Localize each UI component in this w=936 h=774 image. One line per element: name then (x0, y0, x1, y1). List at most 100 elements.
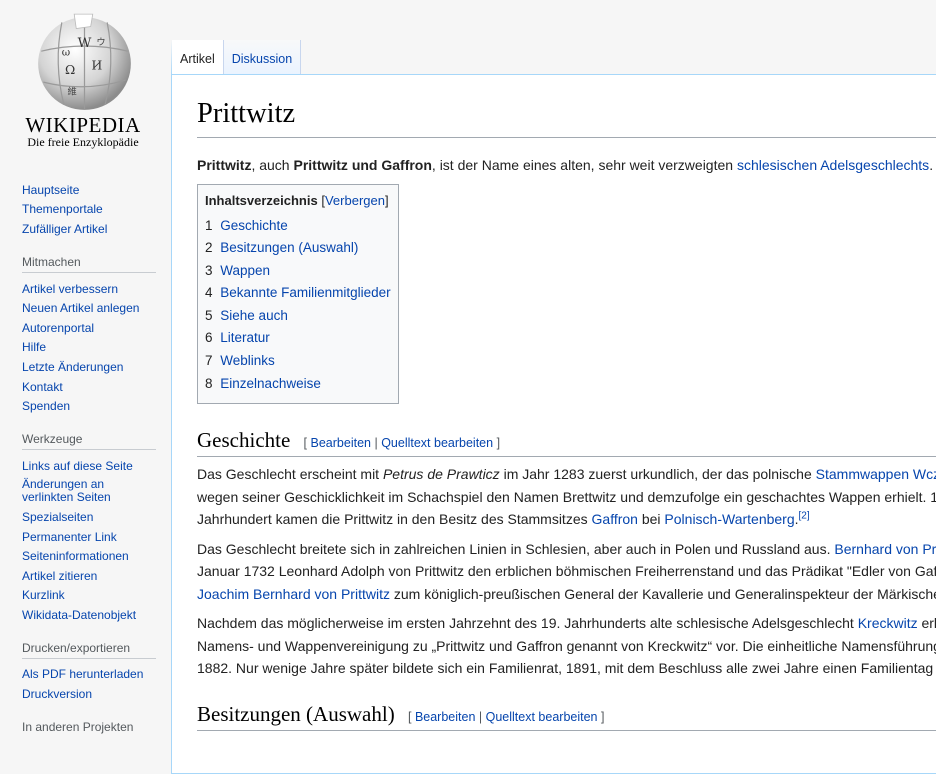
portal-mitmachen: Mitmachen Artikel verbessern Neuen Artik… (0, 255, 170, 416)
sidebar-link-artikel-verbessern[interactable]: Artikel verbessern (22, 282, 118, 296)
paragraph-geschichte-3: Nachdem das möglicherweise im ersten Jah… (197, 612, 936, 680)
sidebar-link-permanenter-link[interactable]: Permanenter Link (22, 530, 117, 544)
sidebar-link-letzte-aenderungen[interactable]: Letzte Änderungen (22, 360, 123, 374)
edit-link[interactable]: Bearbeiten (415, 710, 475, 724)
toc-item[interactable]: 4 Bekannte Familienmitglieder (205, 282, 391, 305)
toc-link-familienmitglieder[interactable]: Bekannte Familienmitglieder (220, 285, 390, 300)
link-stammwappen[interactable]: Stammwappen Wcz (816, 466, 936, 482)
lead-text: . (929, 157, 934, 173)
sidebar-link-spenden[interactable]: Spenden (22, 399, 70, 413)
toc-item[interactable]: 2 Besitzungen (Auswahl) (205, 237, 391, 260)
sidebar-link-pdf[interactable]: Als PDF herunterladen (22, 667, 143, 681)
paragraph-geschichte-2: Das Geschlecht breitete sich in zahlreic… (197, 538, 936, 606)
svg-text:Ω: Ω (65, 63, 75, 77)
portal-heading-drucken: Drucken/exportieren (22, 641, 156, 659)
wikipedia-logo[interactable]: W ω Ω И 維 ウ WIKIPEDIA Die freie Enzyklop… (0, 0, 160, 160)
bracket: [ (407, 709, 412, 724)
article-content: Prittwitz Prittwitz, auch Prittwitz und … (171, 74, 936, 774)
sidebar-link-links-auf-diese-seite[interactable]: Links auf diese Seite (22, 459, 133, 473)
paragraph-geschichte-1: Das Geschlecht erscheint mit Petrus de P… (197, 463, 936, 531)
toc-heading: Inhaltsverzeichnis (205, 192, 318, 208)
sidebar-link-zufaelliger-artikel[interactable]: Zufälliger Artikel (22, 222, 107, 236)
toc-link-geschichte[interactable]: Geschichte (220, 218, 288, 233)
text: erl (917, 615, 936, 632)
svg-text:維: 維 (68, 85, 77, 97)
sidebar-link-wikidata[interactable]: Wikidata-Datenobjekt (22, 608, 136, 622)
toc-item[interactable]: 8 Einzelnachweise (205, 373, 391, 396)
tab-artikel[interactable]: Artikel (172, 40, 224, 75)
link-bernhard-von-prittwitz[interactable]: Bernhard von Pr (834, 541, 936, 557)
toc-item[interactable]: 5 Siehe auch (205, 305, 391, 328)
lead-bold-alt-name: Prittwitz und Gaffron (293, 157, 432, 173)
link-polnisch-wartenberg[interactable]: Polnisch-Wartenberg (664, 511, 794, 527)
toc-link-weblinks[interactable]: Weblinks (220, 353, 275, 368)
svg-text:ω: ω (62, 46, 70, 58)
edit-source-link[interactable]: Quelltext bearbeiten (486, 710, 598, 724)
toc-number: 7 (205, 353, 213, 369)
toc-item[interactable]: 1 Geschichte (205, 215, 391, 238)
namespace-tabs: Artikel Diskussion (172, 40, 302, 75)
toc-toggle: [Verbergen] (321, 192, 389, 208)
separator: | (374, 436, 378, 451)
sidebar-link-kurzlink[interactable]: Kurzlink (22, 588, 65, 602)
reference-link[interactable]: [2] (799, 511, 810, 522)
edit-source-link[interactable]: Quelltext bearbeiten (381, 436, 493, 450)
toc-link-literatur[interactable]: Literatur (220, 330, 270, 345)
toc-link-siehe-auch[interactable]: Siehe auch (220, 308, 288, 323)
edit-section-links: [ Bearbeiten | Quelltext bearbeiten ] (408, 710, 605, 724)
sidebar-link-aenderungen-verlinkt[interactable]: Änderungen an verlinkten Seiten (22, 478, 132, 504)
sidebar-link-spezialseiten[interactable]: Spezialseiten (22, 510, 93, 524)
toc-number: 4 (205, 285, 213, 301)
text: Das Geschlecht breitete sich in zahlreic… (197, 540, 835, 557)
toc-hide-link[interactable]: Verbergen (325, 193, 385, 208)
tab-diskussion[interactable]: Diskussion (223, 40, 302, 75)
link-joachim-bernhard[interactable]: Joachim Bernhard von Prittwitz (197, 586, 390, 602)
section-title: Besitzungen (Auswahl) (197, 701, 395, 726)
link-kreckwitz[interactable]: Kreckwitz (858, 615, 918, 631)
sidebar-link-seiteninformationen[interactable]: Seiteninformationen (22, 549, 129, 563)
link-gaffron[interactable]: Gaffron (592, 511, 638, 527)
toc-item[interactable]: 7 Weblinks (205, 350, 391, 373)
toc-link-wappen[interactable]: Wappen (220, 263, 270, 278)
sidebar-link-hauptseite[interactable]: Hauptseite (22, 183, 79, 197)
toc-title: Inhaltsverzeichnis [Verbergen] (205, 193, 391, 208)
text: Januar 1732 Leonhard Adolph von Prittwit… (197, 563, 936, 580)
italic-name: Petrus de Prawticz (382, 466, 500, 483)
edit-link[interactable]: Bearbeiten (311, 436, 371, 450)
tab-diskussion-label: Diskussion (231, 52, 293, 66)
lead-text: , auch (251, 157, 294, 173)
sidebar-link-autorenportal[interactable]: Autorenportal (22, 321, 94, 335)
text: Jahrhundert kamen die Prittwitz in den B… (197, 511, 592, 528)
bracket: ] (496, 436, 501, 451)
link-schlesischen-adelsgeschlechts[interactable]: schlesischen Adelsgeschlechts (737, 157, 929, 173)
toc-link-besitzungen[interactable]: Besitzungen (Auswahl) (220, 240, 358, 255)
section-title: Geschichte (197, 428, 291, 453)
puzzle-globe-icon: W ω Ω И 維 ウ (38, 13, 131, 110)
toc-link-einzelnachweise[interactable]: Einzelnachweise (220, 376, 321, 391)
sidebar-link-artikel-zitieren[interactable]: Artikel zitieren (22, 569, 97, 583)
portal-heading-projekte: In anderen Projekten (22, 719, 134, 734)
bracket: ] (601, 709, 605, 724)
sidebar-link-kontakt[interactable]: Kontakt (22, 380, 63, 394)
toc-number: 8 (205, 375, 213, 391)
toc-item[interactable]: 6 Literatur (205, 327, 391, 350)
text: im Jahr 1283 zuerst urkundlich, der das … (499, 466, 816, 483)
text: Nachdem das möglicherweise im ersten Jah… (197, 615, 858, 632)
portal-werkzeuge: Werkzeuge Links auf diese Seite Änderung… (0, 432, 170, 625)
sidebar-link-neuen-artikel[interactable]: Neuen Artikel anlegen (22, 301, 139, 315)
logo-tagline: Die freie Enzyklopädie (27, 135, 139, 149)
text: wegen seiner Geschicklichkeit im Schachs… (197, 488, 936, 505)
text: 1882. Nur wenige Jahre später bildete si… (197, 660, 934, 677)
page-title: Prittwitz (197, 97, 936, 138)
sidebar-link-themenportale[interactable]: Themenportale (22, 202, 103, 216)
text: Namens- und Wappenvereinigung zu „Prittw… (197, 637, 936, 654)
bracket: [ (303, 436, 308, 451)
sidebar-link-hilfe[interactable]: Hilfe (22, 340, 46, 354)
toc-item[interactable]: 3 Wappen (205, 260, 391, 283)
svg-text:И: И (91, 59, 102, 73)
text: Das Geschlecht erscheint mit (197, 466, 383, 483)
sidebar-link-druckversion[interactable]: Druckversion (22, 687, 92, 701)
toc-number: 2 (205, 240, 213, 256)
portal-projekte: In anderen Projekten (0, 720, 170, 737)
lead-bold-name: Prittwitz (197, 157, 252, 173)
